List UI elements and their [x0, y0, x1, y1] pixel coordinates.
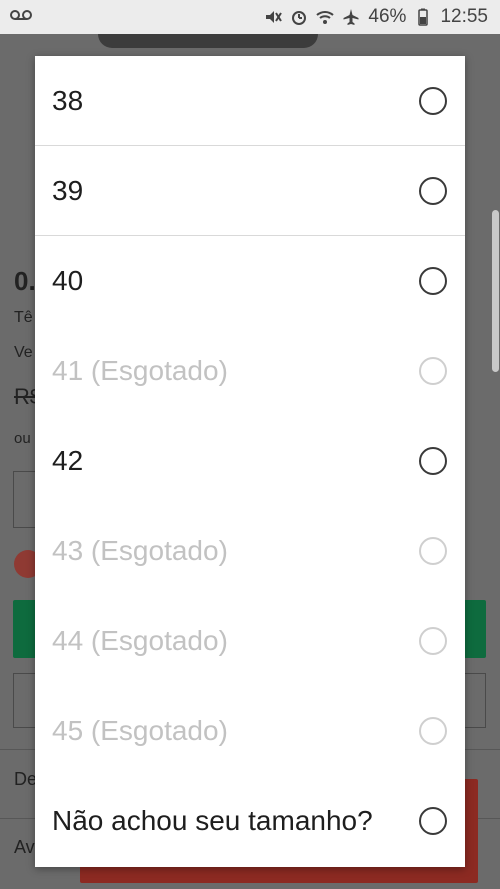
radio-button: [419, 537, 447, 565]
voicemail-icon: [10, 6, 32, 28]
size-not-found-option[interactable]: Não achou seu tamanho?: [35, 776, 465, 867]
radio-button: [419, 627, 447, 655]
size-option-39[interactable]: 39: [35, 146, 465, 236]
product-line1-fragment: Tê: [14, 309, 33, 326]
size-option-44: 44 (Esgotado): [35, 596, 465, 686]
wifi-icon: [316, 8, 335, 26]
product-title-fragment: 0.: [14, 266, 36, 296]
radio-button: [419, 717, 447, 745]
radio-button[interactable]: [419, 87, 447, 115]
section-description[interactable]: De: [14, 769, 37, 790]
radio-button[interactable]: [419, 447, 447, 475]
radio-button[interactable]: [419, 267, 447, 295]
size-option-label: 38: [52, 84, 84, 116]
size-option-42[interactable]: 42: [35, 416, 465, 506]
alarm-icon: [290, 8, 308, 26]
radio-button[interactable]: [419, 177, 447, 205]
scrollbar: [492, 210, 499, 372]
installments-fragment: ou: [14, 430, 31, 447]
mute-icon: [264, 8, 283, 26]
size-option-label: 40: [52, 264, 84, 296]
size-option-label: 44 (Esgotado): [52, 624, 228, 656]
size-option-label: 42: [52, 444, 84, 476]
airplane-icon: [342, 8, 360, 26]
size-picker-dialog: 38 39 40 41 (Esgotado) 42 43 (Esgotado) …: [35, 56, 465, 867]
section-reviews[interactable]: Av: [14, 837, 35, 858]
battery-percent: 46%: [368, 6, 407, 27]
product-image: [98, 34, 318, 48]
radio-button[interactable]: [419, 807, 447, 835]
radio-button: [419, 357, 447, 385]
clock: 12:55: [440, 6, 488, 27]
size-option-label: 43 (Esgotado): [52, 534, 228, 566]
status-bar: 46% 12:55: [0, 0, 500, 34]
battery-icon: [414, 8, 432, 26]
size-option-label: 45 (Esgotado): [52, 714, 228, 746]
size-option-41: 41 (Esgotado): [35, 326, 465, 416]
size-option-45: 45 (Esgotado): [35, 686, 465, 776]
size-option-40[interactable]: 40: [35, 236, 465, 326]
size-option-43: 43 (Esgotado): [35, 506, 465, 596]
size-option-label: Não achou seu tamanho?: [52, 805, 373, 836]
size-option-38[interactable]: 38: [35, 56, 465, 146]
size-option-label: 41 (Esgotado): [52, 354, 228, 386]
product-line2-fragment: Ve: [14, 344, 33, 361]
size-option-label: 39: [52, 174, 84, 206]
